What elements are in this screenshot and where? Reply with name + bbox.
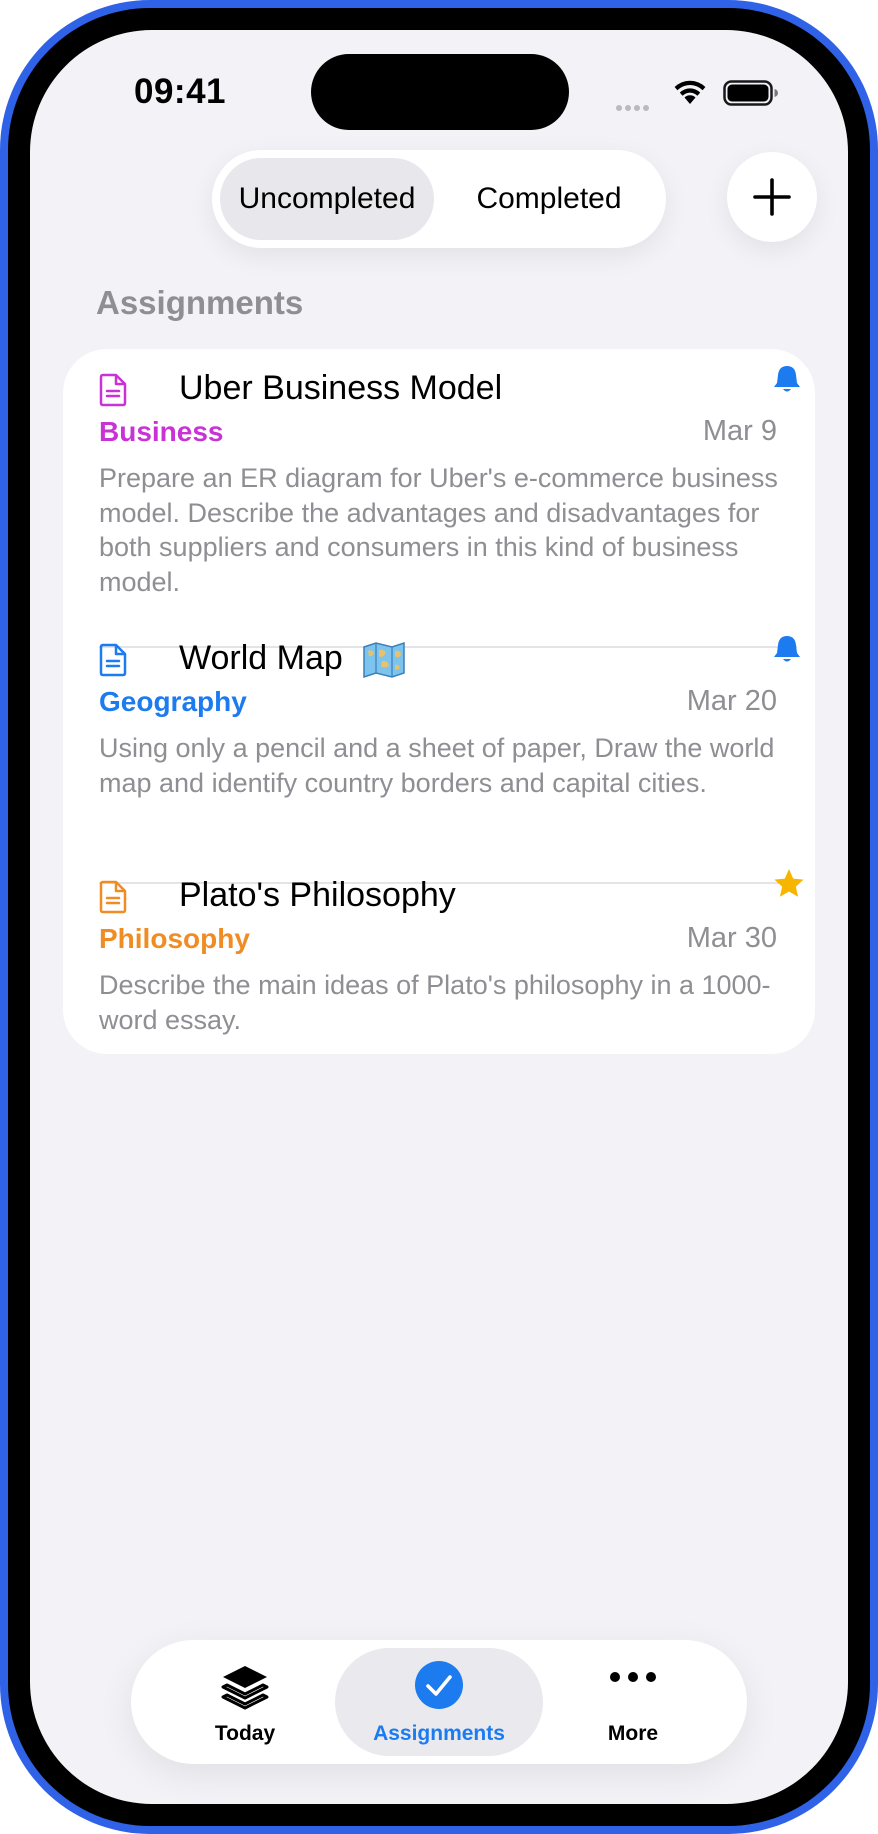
plus-icon xyxy=(753,178,791,216)
assignment-description: Prepare an ER diagram for Uber's e-comme… xyxy=(99,463,778,597)
segment-completed[interactable]: Completed xyxy=(440,158,658,240)
assignment-due-date: Mar 9 xyxy=(702,415,777,447)
assignments-list: Uber Business Model Business Mar 9 Prepa… xyxy=(63,349,815,1054)
assignment-subject: Geography xyxy=(99,686,247,717)
screen: 09:41 Uncompleted Completed Assignments … xyxy=(30,30,848,1804)
battery-icon xyxy=(723,80,778,106)
tab-label: Assignments xyxy=(373,1722,505,1745)
status-time: 09:41 xyxy=(134,72,227,111)
tab-assignments[interactable]: Assignments xyxy=(335,1648,543,1756)
assignment-title: World Map xyxy=(179,639,406,679)
assignment-title: Uber Business Model xyxy=(179,369,503,407)
dynamic-island xyxy=(311,54,569,130)
tab-bar: Today Assignments More xyxy=(131,1640,747,1764)
tab-more[interactable]: More xyxy=(529,1648,737,1756)
ellipsis-icon xyxy=(610,1672,656,1682)
document-icon xyxy=(99,643,127,677)
bell-icon xyxy=(774,636,800,662)
section-title: Assignments xyxy=(96,284,304,321)
tab-today[interactable]: Today xyxy=(141,1648,349,1756)
wifi-icon xyxy=(674,80,706,104)
assignment-row[interactable]: World Map Geography Mar 20 Using only a … xyxy=(63,619,815,855)
tab-label: More xyxy=(607,1722,659,1745)
document-icon xyxy=(99,373,127,407)
assignment-subject: Business xyxy=(99,416,224,447)
bell-icon xyxy=(774,366,800,392)
cellular-signal-icon xyxy=(616,98,660,111)
assignment-due-date: Mar 20 xyxy=(686,685,777,717)
stack-icon xyxy=(221,1666,269,1710)
assignment-row[interactable]: Uber Business Model Business Mar 9 Prepa… xyxy=(63,349,815,615)
status-filter-segmented-control: Uncompleted Completed xyxy=(212,150,666,248)
checkmark-circle-icon xyxy=(415,1661,463,1709)
add-assignment-button[interactable] xyxy=(727,152,817,242)
assignment-due-date: Mar 30 xyxy=(686,922,777,954)
assignment-title: Plato's Philosophy xyxy=(179,876,456,914)
world-map-emoji xyxy=(363,641,405,679)
assignment-description: Describe the main ideas of Plato's philo… xyxy=(99,970,771,1035)
assignment-subject: Philosophy xyxy=(99,923,250,954)
assignment-title-text: World Map xyxy=(179,639,343,677)
tab-label: Today xyxy=(214,1722,276,1745)
star-icon xyxy=(774,869,804,897)
assignment-description: Using only a pencil and a sheet of paper… xyxy=(99,733,775,798)
assignment-row[interactable]: Plato's Philosophy Philosophy Mar 30 Des… xyxy=(63,856,815,1052)
document-icon xyxy=(99,880,127,914)
segment-uncompleted[interactable]: Uncompleted xyxy=(220,158,434,240)
